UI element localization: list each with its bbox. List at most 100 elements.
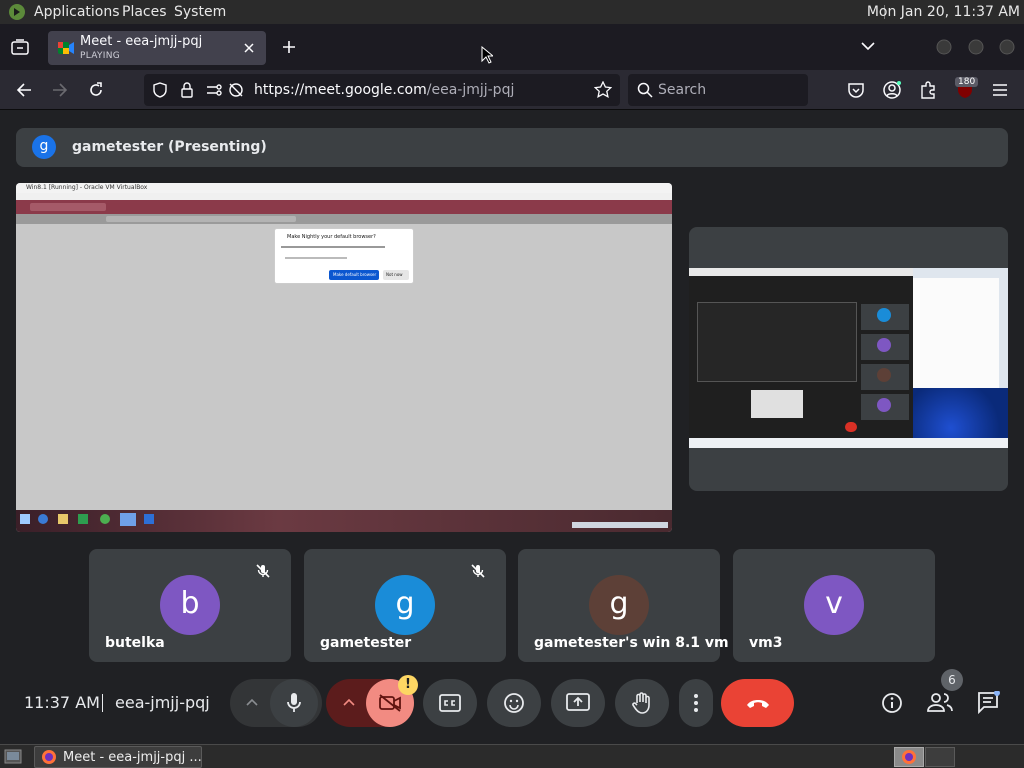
participant-name: gametester xyxy=(320,635,412,651)
participant-name: vm3 xyxy=(749,635,783,651)
window-close-icon[interactable] xyxy=(999,39,1015,55)
gnome-logo-icon[interactable] xyxy=(8,3,26,21)
shared-screen[interactable]: Win8.1 [Running] - Oracle VM VirtualBox … xyxy=(16,183,672,532)
remote-window-title: Win8.1 [Running] - Oracle VM VirtualBox xyxy=(26,184,148,191)
participant-tile[interactable]: v vm3 xyxy=(733,549,935,662)
tab-meet[interactable]: Meet - eea-jmjj-pqj PLAYING xyxy=(48,31,266,65)
bookmark-star-icon[interactable] xyxy=(594,81,612,99)
hand-icon xyxy=(632,692,650,714)
url-path: /eea-jmjj-pqj xyxy=(426,82,515,98)
more-options-button[interactable] xyxy=(679,679,713,727)
participant-name: gametester's win 8.1 vm xyxy=(534,635,729,651)
top-panel: Applications Places System Mon Jan 20, 1… xyxy=(0,0,1024,24)
url-text[interactable]: https://meet.google.com/eea-jmjj-pqj xyxy=(254,82,514,98)
audio-options-chevron-icon[interactable] xyxy=(246,698,258,706)
pocket-icon[interactable] xyxy=(847,81,865,99)
hamburger-menu-icon[interactable] xyxy=(992,83,1008,97)
remote-dialog-primary-button: Make default browser xyxy=(329,270,379,280)
search-icon xyxy=(637,82,653,98)
participant-tile[interactable]: g gametester xyxy=(304,549,506,662)
mic-off-icon xyxy=(470,563,486,579)
closed-captions-icon xyxy=(439,694,461,712)
meeting-info-divider xyxy=(102,694,103,712)
tab-close-icon[interactable] xyxy=(244,43,254,53)
remote-dialog-secondary-label: Not now xyxy=(386,272,403,277)
remote-url-bar xyxy=(16,214,672,224)
camera-warning-badge: ! xyxy=(398,675,418,695)
window-maximize-icon[interactable] xyxy=(968,39,984,55)
tab-manager-icon[interactable] xyxy=(11,39,29,55)
mouse-cursor-icon xyxy=(481,46,493,64)
extension-badge: 180 xyxy=(955,77,979,87)
participant-avatar: g xyxy=(375,575,435,635)
nav-bar: https://meet.google.com/eea-jmjj-pqj Sea… xyxy=(0,70,1024,110)
firefox-icon xyxy=(41,749,57,765)
search-bar[interactable]: Search xyxy=(628,74,808,106)
end-call-button[interactable] xyxy=(721,679,794,727)
taskbar-window-button[interactable]: Meet - eea-jmjj-pqj ... xyxy=(34,746,202,768)
people-icon[interactable] xyxy=(927,691,953,713)
remote-dialog-primary-label: Make default browser xyxy=(333,272,377,277)
participant-tile[interactable]: g gametester's win 8.1 vm xyxy=(518,549,729,662)
chat-icon[interactable] xyxy=(977,691,1001,715)
video-options-chevron-icon[interactable] xyxy=(343,698,355,706)
url-bar[interactable]: https://meet.google.com/eea-jmjj-pqj xyxy=(144,74,620,106)
new-tab-icon[interactable] xyxy=(282,40,296,54)
remote-dialog-secondary-button: Not now xyxy=(383,270,409,280)
reload-icon[interactable] xyxy=(88,82,104,98)
present-button[interactable] xyxy=(551,679,605,727)
menu-places[interactable]: Places xyxy=(122,4,167,20)
tab-title: Meet - eea-jmjj-pqj xyxy=(80,34,203,49)
meeting-details-icon[interactable] xyxy=(881,692,903,714)
reactions-button[interactable] xyxy=(487,679,541,727)
tab-bar: Meet - eea-jmjj-pqj PLAYING xyxy=(0,24,1024,70)
menu-system[interactable]: System xyxy=(174,4,226,20)
extensions-icon[interactable] xyxy=(919,81,937,99)
microphone-icon xyxy=(287,693,301,712)
participant-avatar: v xyxy=(804,575,864,635)
lock-icon[interactable] xyxy=(180,82,194,98)
tracking-shield-icon[interactable] xyxy=(152,82,168,98)
self-view-preview xyxy=(689,268,1008,448)
taskbar-window-label: Meet - eea-jmjj-pqj ... xyxy=(63,750,202,765)
remote-window-titlebar: Win8.1 [Running] - Oracle VM VirtualBox xyxy=(16,183,672,193)
self-view-tile[interactable] xyxy=(689,227,1008,491)
window-minimize-icon[interactable] xyxy=(936,39,952,55)
tab-playing-label: PLAYING xyxy=(80,51,121,61)
remote-taskbar xyxy=(16,510,672,532)
remote-browser-bar xyxy=(16,200,672,214)
present-screen-icon xyxy=(566,693,590,711)
remote-dialog: Make Nightly your default browser? Make … xyxy=(274,228,414,284)
menu-applications[interactable]: Applications xyxy=(34,4,120,20)
microphone-button[interactable] xyxy=(270,679,318,727)
workspace-switcher[interactable] xyxy=(894,747,924,767)
captions-button[interactable] xyxy=(423,679,477,727)
account-icon[interactable] xyxy=(883,81,901,99)
more-vert-icon xyxy=(694,694,698,712)
presenter-label: gametester (Presenting) xyxy=(72,139,267,155)
participant-tile[interactable]: b butelka xyxy=(89,549,291,662)
camera-off-icon xyxy=(379,694,401,712)
camera-blocked-icon[interactable] xyxy=(228,82,244,98)
forward-icon[interactable] xyxy=(52,82,68,98)
meeting-code: eea-jmjj-pqj xyxy=(115,693,210,712)
back-icon[interactable] xyxy=(16,82,32,98)
participant-avatar: g xyxy=(589,575,649,635)
presenter-avatar: g xyxy=(32,135,56,159)
participant-avatar: b xyxy=(160,575,220,635)
raise-hand-button[interactable] xyxy=(615,679,669,727)
panel-clock[interactable]: Mon Jan 20, 11:37 AM xyxy=(867,4,1020,20)
hang-up-icon xyxy=(746,700,769,708)
people-count-badge: 6 xyxy=(941,669,963,691)
list-all-tabs-icon[interactable] xyxy=(861,42,875,51)
emoji-icon xyxy=(504,693,524,713)
search-placeholder: Search xyxy=(658,82,707,98)
bottom-taskbar: Meet - eea-jmjj-pqj ... xyxy=(0,744,1024,768)
remote-dialog-title: Make Nightly your default browser? xyxy=(287,234,376,240)
url-host: https://meet.google.com xyxy=(254,82,427,98)
permissions-icon[interactable] xyxy=(206,83,224,97)
mic-off-icon xyxy=(255,563,271,579)
show-desktop-icon[interactable] xyxy=(4,749,22,764)
workspace-2[interactable] xyxy=(925,747,955,767)
meet-content: g gametester (Presenting) Win8.1 [Runnin… xyxy=(0,111,1024,744)
